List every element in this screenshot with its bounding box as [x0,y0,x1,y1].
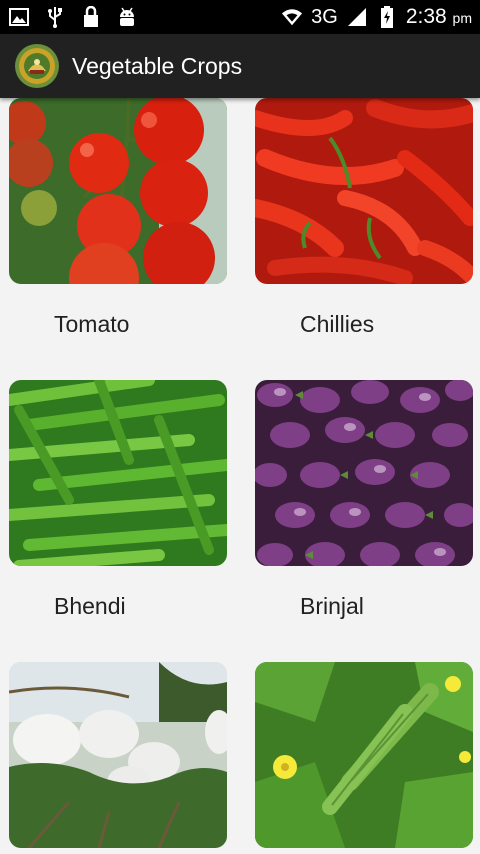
clock: 2:38 pm [405,5,472,28]
crop-name[interactable]: Bhendi [54,593,126,620]
emblem-logo [15,44,59,88]
signal-icon [346,6,368,28]
brinjal-photo[interactable] [255,380,473,566]
ridge-gourd-photo[interactable] [255,662,473,848]
crop-card-ridge-gourd[interactable] [255,662,473,848]
crop-name[interactable]: Brinjal [300,593,364,620]
android-icon [116,6,138,28]
lock-icon [80,6,102,28]
wifi-icon [281,6,303,28]
crop-card-brinjal[interactable]: Brinjal [255,380,473,619]
crop-grid[interactable]: Tomato Chillies Bhendi Brinjal [0,98,480,854]
crop-name[interactable]: Chillies [300,311,374,338]
battery-icon [376,6,398,28]
crop-card-chillies[interactable]: Chillies [255,98,473,337]
crop-name[interactable]: Tomato [54,311,129,338]
crop-card-white-gourd[interactable] [9,662,227,848]
tomato-photo[interactable] [9,98,227,284]
crop-card-bhendi[interactable]: Bhendi [9,380,227,619]
okra-photo[interactable] [9,380,227,566]
network-type: 3G [311,5,338,28]
app-bar: Vegetable Crops [0,34,480,98]
app-title: Vegetable Crops [72,52,243,79]
image-icon [8,6,30,28]
white-gourd-photo[interactable] [9,662,227,848]
chillies-photo[interactable] [255,98,473,284]
status-bar: 3G 2:38 pm [0,0,480,34]
usb-icon [44,6,66,28]
crop-card-tomato[interactable]: Tomato [9,98,227,337]
